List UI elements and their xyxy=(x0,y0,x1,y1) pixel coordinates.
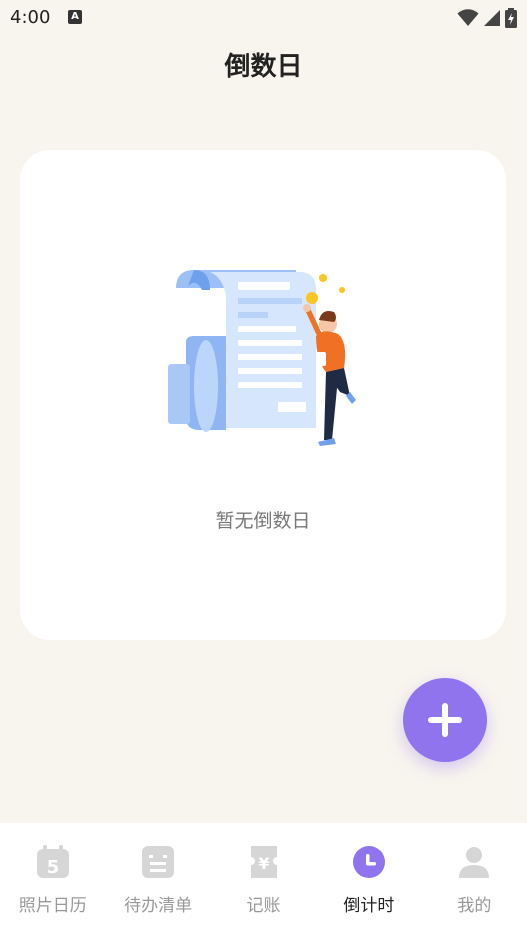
tab-label: 倒计时 xyxy=(343,896,395,916)
battery-icon xyxy=(505,8,517,28)
tab-photo-calendar[interactable]: 5 照片日历 xyxy=(0,823,105,936)
wifi-icon xyxy=(457,9,479,26)
plus-icon xyxy=(428,703,462,737)
calendar-icon: 5 xyxy=(36,845,69,878)
signal-icon xyxy=(484,10,500,26)
status-bar: 4:00 A xyxy=(0,0,527,36)
todo-list-icon xyxy=(142,846,175,878)
svg-text:5: 5 xyxy=(46,857,59,878)
clock-icon xyxy=(352,846,385,878)
bottom-tab-bar: 5 照片日历 待办清单 ¥ 记账 倒计时 我的 xyxy=(0,823,527,936)
tab-bookkeeping[interactable]: ¥ 记账 xyxy=(211,823,316,936)
yen-receipt-icon: ¥ xyxy=(250,846,277,878)
tab-label: 待办清单 xyxy=(124,896,193,916)
page-title: 倒数日 xyxy=(224,52,303,82)
status-time: 4:00 xyxy=(10,7,51,28)
empty-receipt-illustration xyxy=(168,270,356,446)
person-icon xyxy=(459,847,490,878)
tab-label: 我的 xyxy=(457,896,492,916)
status-icons xyxy=(457,8,517,28)
tab-todo-list[interactable]: 待办清单 xyxy=(105,823,210,936)
empty-state-message: 暂无倒数日 xyxy=(215,510,311,532)
empty-state-card: 暂无倒数日 xyxy=(20,150,506,640)
keyboard-badge-icon: A xyxy=(68,10,82,24)
tab-label: 记账 xyxy=(246,896,281,916)
add-countdown-button[interactable] xyxy=(403,678,487,762)
tab-label: 照片日历 xyxy=(18,896,87,916)
svg-text:¥: ¥ xyxy=(258,854,269,873)
tab-profile[interactable]: 我的 xyxy=(422,823,527,936)
tab-countdown[interactable]: 倒计时 xyxy=(316,823,421,936)
